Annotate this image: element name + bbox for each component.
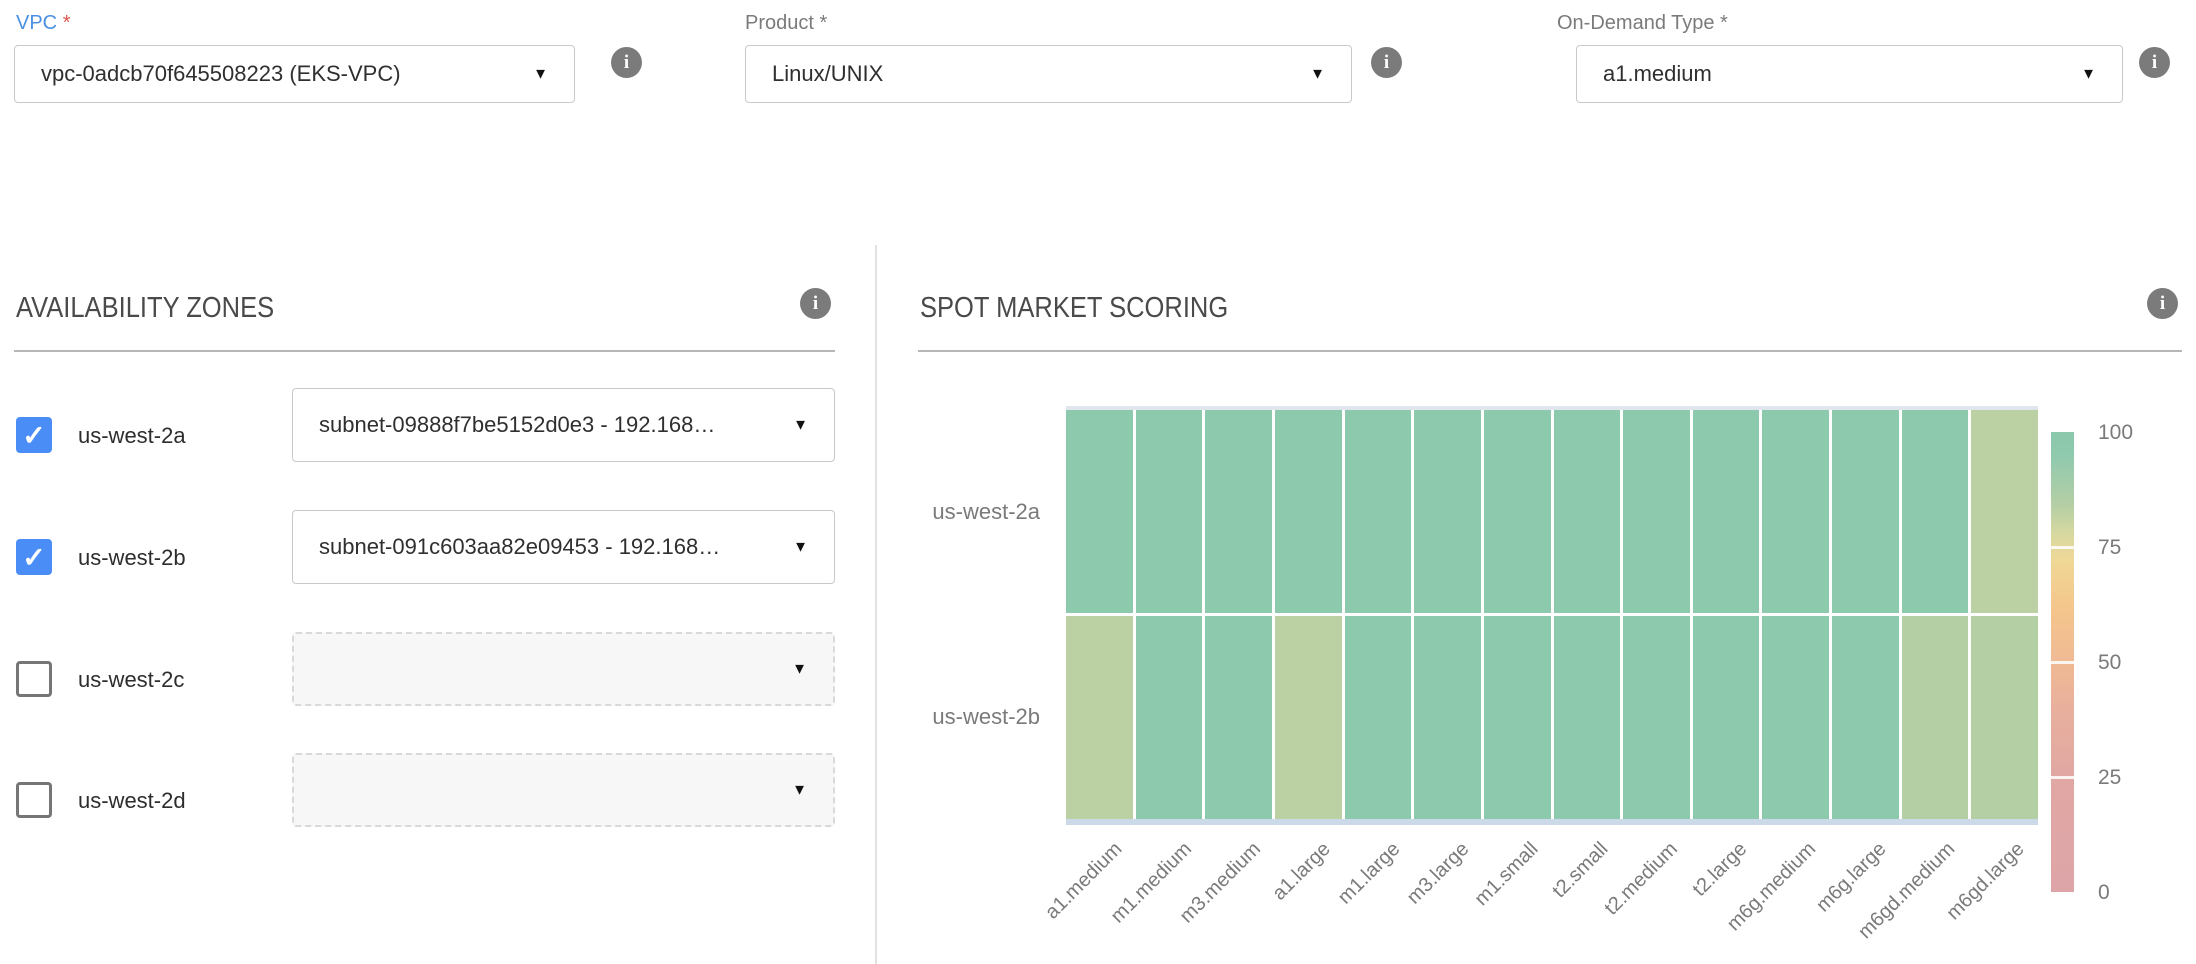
heatmap-cell-us-west-2b-t2.medium <box>1623 616 1690 819</box>
subnet-select-value: subnet-09888f7be5152d0e3 - 192.168… <box>319 412 715 438</box>
az-label-us-west-2a: us-west-2a <box>78 423 186 449</box>
colorbar-ticklabel-100: 100 <box>2098 421 2133 445</box>
heatmap-cell-us-west-2a-m1.large <box>1345 410 1412 613</box>
on-demand-type-label: On-Demand Type * <box>1557 12 1728 35</box>
heatmap-cell-us-west-2b-t2.small <box>1554 616 1621 819</box>
subnet-select-value: subnet-091c603aa82e09453 - 192.168… <box>319 534 720 560</box>
az-label-us-west-2b: us-west-2b <box>78 545 186 571</box>
heatmap-xlabel-t2.small: t2.small <box>1548 838 1613 903</box>
chevron-down-icon: ▼ <box>533 67 548 82</box>
heatmap-cell-us-west-2b-m1.small <box>1484 616 1551 819</box>
heatmap-cell-us-west-2a-m3.medium <box>1205 410 1272 613</box>
heatmap-xlabel-t2.medium: t2.medium <box>1600 838 1682 920</box>
heatmap-cell-us-west-2a-a1.large <box>1275 410 1342 613</box>
heatmap-cell-us-west-2b-a1.medium <box>1066 616 1133 819</box>
az-label-us-west-2d: us-west-2d <box>78 788 186 814</box>
vpc-select[interactable]: vpc-0adcb70f645508223 (EKS-VPC) ▼ <box>14 45 575 103</box>
heatmap-cell-us-west-2b-m3.medium <box>1205 616 1272 819</box>
spot-market-scoring-title: SPOT MARKET SCORING <box>920 292 1228 325</box>
az-label-us-west-2c: us-west-2c <box>78 667 184 693</box>
heatmap-xlabel-m3.large: m3.large <box>1403 838 1474 909</box>
heatmap-cell-us-west-2b-m6gd.medium <box>1902 616 1969 819</box>
heatmap-cell-us-west-2a-t2.large <box>1693 410 1760 613</box>
heatmap-cell-us-west-2b-m6g.medium <box>1762 616 1829 819</box>
availability-zones-info-icon[interactable]: i <box>800 288 831 319</box>
az-checkbox-us-west-2d[interactable] <box>16 782 52 818</box>
colorbar-ticklabel-25: 25 <box>2098 766 2121 790</box>
heatmap-xlabel-m1.large: m1.large <box>1333 838 1404 909</box>
panel-vertical-divider <box>875 245 877 964</box>
vpc-select-value: vpc-0adcb70f645508223 (EKS-VPC) <box>41 61 401 87</box>
on-demand-type-select[interactable]: a1.medium ▼ <box>1576 45 2123 103</box>
heatmap-cell-us-west-2a-m1.medium <box>1136 410 1203 613</box>
availability-zones-title: AVAILABILITY ZONES <box>16 292 274 325</box>
heatmap-cell-us-west-2b-m1.large <box>1345 616 1412 819</box>
heatmap-cell-us-west-2a-m1.small <box>1484 410 1551 613</box>
heatmap-cell-us-west-2a-a1.medium <box>1066 410 1133 613</box>
heatmap-cell-us-west-2a-t2.medium <box>1623 410 1690 613</box>
colorbar-ticklabel-0: 0 <box>2098 881 2110 905</box>
heatmap-cell-us-west-2b-m1.medium <box>1136 616 1203 819</box>
chevron-down-icon: ▼ <box>792 783 807 798</box>
availability-zones-divider <box>14 350 835 352</box>
subnet-select-us-west-2d[interactable]: ▼ <box>292 753 835 827</box>
colorbar-tickline-75 <box>2051 546 2074 549</box>
colorbar-tickline-50 <box>2051 661 2074 664</box>
vpc-label: VPC * <box>16 12 70 35</box>
heatmap-cell-us-west-2a-m6g.medium <box>1762 410 1829 613</box>
on-demand-type-select-value: a1.medium <box>1603 61 1712 87</box>
subnet-select-us-west-2b[interactable]: subnet-091c603aa82e09453 - 192.168… ▼ <box>292 510 835 584</box>
spot-instance-config-page: VPC * vpc-0adcb70f645508223 (EKS-VPC) ▼ … <box>0 0 2196 964</box>
spot-market-scoring-info-icon[interactable]: i <box>2147 288 2178 319</box>
az-checkbox-us-west-2b[interactable]: ✓ <box>16 539 52 575</box>
spot-market-scoring-divider <box>918 350 2182 352</box>
colorbar-ticklabel-75: 75 <box>2098 536 2121 560</box>
heatmap-cell-us-west-2a-m6g.large <box>1832 410 1899 613</box>
az-checkbox-us-west-2a[interactable]: ✓ <box>16 417 52 453</box>
colorbar-ticklabel-50: 50 <box>2098 651 2121 675</box>
chevron-down-icon: ▼ <box>792 662 807 677</box>
vpc-label-text: VPC <box>16 12 57 34</box>
vpc-required-asterisk: * <box>63 12 71 34</box>
heatmap-cell-us-west-2b-m6gd.large <box>1971 616 2038 819</box>
product-select-value: Linux/UNIX <box>772 61 883 87</box>
product-select[interactable]: Linux/UNIX ▼ <box>745 45 1352 103</box>
subnet-select-us-west-2a[interactable]: subnet-09888f7be5152d0e3 - 192.168… ▼ <box>292 388 835 462</box>
product-info-icon[interactable]: i <box>1371 47 1402 78</box>
az-checkbox-us-west-2c[interactable] <box>16 661 52 697</box>
colorbar-tickline-25 <box>2051 776 2074 779</box>
product-label: Product * <box>745 12 827 35</box>
heatmap-xlabel-t2.large: t2.large <box>1688 838 1751 901</box>
heatmap-cell-us-west-2b-m3.large <box>1414 616 1481 819</box>
chevron-down-icon: ▼ <box>793 540 808 555</box>
heatmap-cell-us-west-2b-t2.large <box>1693 616 1760 819</box>
heatmap-xlabel-m1.small: m1.small <box>1471 838 1544 911</box>
subnet-select-us-west-2c[interactable]: ▼ <box>292 632 835 706</box>
heatmap-ylabel-us-west-2a: us-west-2a <box>932 499 1040 525</box>
on-demand-type-info-icon[interactable]: i <box>2139 47 2170 78</box>
heatmap-colorbar <box>2051 432 2074 892</box>
chevron-down-icon: ▼ <box>1310 67 1325 82</box>
heatmap-xlabel-a1.large: a1.large <box>1268 838 1335 905</box>
heatmap-cell-us-west-2b-m6g.large <box>1832 616 1899 819</box>
vpc-info-icon[interactable]: i <box>611 47 642 78</box>
heatmap-cell-us-west-2a-m3.large <box>1414 410 1481 613</box>
heatmap-cell-us-west-2b-a1.large <box>1275 616 1342 819</box>
chevron-down-icon: ▼ <box>2081 67 2096 82</box>
heatmap-grid <box>1066 410 2038 819</box>
heatmap-bottom-strip <box>1066 819 2038 825</box>
heatmap-cell-us-west-2a-m6gd.large <box>1971 410 2038 613</box>
heatmap-ylabel-us-west-2b: us-west-2b <box>932 704 1040 730</box>
chevron-down-icon: ▼ <box>793 418 808 433</box>
heatmap-cell-us-west-2a-m6gd.medium <box>1902 410 1969 613</box>
heatmap-cell-us-west-2a-t2.small <box>1554 410 1621 613</box>
